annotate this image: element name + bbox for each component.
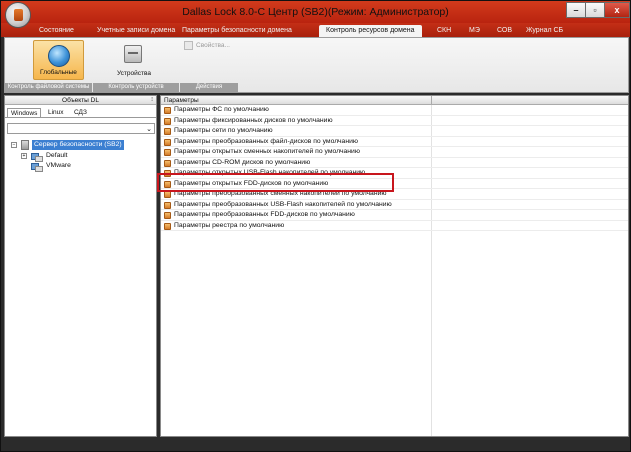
settings-icon xyxy=(164,107,171,114)
tab-domain-resource-control[interactable]: Контроль ресурсов домена xyxy=(319,25,422,37)
ribbon: Глобальные Контроль файловой системы Уст… xyxy=(4,37,629,93)
tab-security-log[interactable]: Журнал СБ xyxy=(526,25,563,37)
list-item[interactable]: Параметры реестра по умолчанию xyxy=(161,221,628,231)
tab-domain-accounts[interactable]: Учетные записи домена xyxy=(97,25,175,37)
tree-node-server-label: Сервер безопасности (SB2) xyxy=(32,140,124,150)
minimize-button[interactable]: – xyxy=(566,2,586,18)
list-item[interactable]: Параметры открытых сменных накопителей п… xyxy=(161,147,628,158)
device-icon xyxy=(124,45,142,63)
network-group-icon xyxy=(31,152,43,162)
devices-button-label: Устройства xyxy=(116,70,151,77)
settings-icon xyxy=(164,191,171,198)
tab-skn[interactable]: СКН xyxy=(437,25,451,37)
settings-icon xyxy=(164,117,171,125)
settings-icon xyxy=(164,222,171,230)
devices-button[interactable]: Устройства xyxy=(110,40,158,80)
list-item[interactable]: Параметры преобразованных USB-Flash нако… xyxy=(161,200,628,210)
ribbon-group-filesystem: Глобальные Контроль файловой системы xyxy=(5,38,92,92)
network-group-icon xyxy=(31,162,43,172)
list-item[interactable]: Параметры преобразованных FDD-дисков по … xyxy=(161,210,628,221)
properties-icon xyxy=(184,41,193,50)
ribbon-group-actions: Свойства... Действия xyxy=(180,38,238,92)
object-filter-combo[interactable]: ⌄ xyxy=(7,123,155,134)
tab-domain-security-params[interactable]: Параметры безопасности домена xyxy=(182,25,292,37)
status-bar xyxy=(1,438,630,451)
global-button[interactable]: Глобальные xyxy=(33,40,84,80)
server-icon xyxy=(21,140,29,150)
tab-me[interactable]: МЭ xyxy=(469,25,480,37)
ribbon-group-devices: Устройства Контроль устройств xyxy=(93,38,179,92)
close-button[interactable]: x xyxy=(604,2,630,18)
objects-panel-header: Объекты DL ⁝ xyxy=(5,96,156,105)
settings-icon xyxy=(164,149,171,156)
tab-sov[interactable]: СОВ xyxy=(497,25,512,37)
properties-button-label: Свойства... xyxy=(196,42,230,49)
ribbon-group-label: Действия xyxy=(180,83,238,92)
objects-panel-title: Объекты DL xyxy=(62,97,99,104)
list-item[interactable]: Параметры фиксированных дисков по умолча… xyxy=(161,116,628,126)
settings-icon xyxy=(164,159,171,167)
highlight-box xyxy=(157,173,394,192)
list-item[interactable]: Параметры CD-ROM дисков по умолчанию xyxy=(161,158,628,168)
window-title: Dallas Lock 8.0-С Центр (SB2)(Режим: Адм… xyxy=(182,6,449,18)
list-item[interactable]: Параметры преобразованных файл-дисков по… xyxy=(161,137,628,147)
list-item[interactable]: Параметры сети по умолчанию xyxy=(161,126,628,137)
tree-node-vmware-label: VMware xyxy=(46,162,71,169)
collapse-icon[interactable]: − xyxy=(11,142,17,148)
pin-icon[interactable]: ⁝ xyxy=(151,96,153,105)
settings-icon xyxy=(164,212,171,219)
expand-icon[interactable]: + xyxy=(21,153,27,159)
properties-button[interactable]: Свойства... xyxy=(182,40,236,52)
tab-state[interactable]: Состояние xyxy=(39,25,74,37)
title-bar: Dallas Lock 8.0-С Центр (SB2)(Режим: Адм… xyxy=(1,1,630,23)
objects-panel: Объекты DL ⁝ Windows Linux СДЗ ⌄ − Серве… xyxy=(4,95,157,437)
chevron-down-icon: ⌄ xyxy=(146,125,152,133)
maximize-button[interactable]: ▫ xyxy=(585,2,605,18)
tree-node-default-label: Default xyxy=(46,152,68,159)
ribbon-group-label: Контроль устройств xyxy=(93,83,179,92)
settings-icon xyxy=(164,128,171,135)
parameters-panel: Параметры Параметры ФС по умолчанию Пара… xyxy=(160,95,629,437)
parameters-list: Параметры ФС по умолчанию Параметры фикс… xyxy=(161,105,628,231)
settings-icon xyxy=(164,138,171,146)
list-item[interactable]: Параметры ФС по умолчанию xyxy=(161,105,628,116)
app-window: Dallas Lock 8.0-С Центр (SB2)(Режим: Адм… xyxy=(0,0,631,452)
globe-icon xyxy=(48,45,70,67)
menu-tab-bar: Состояние Учетные записи домена Параметр… xyxy=(1,23,630,37)
global-button-label: Глобальные xyxy=(40,69,77,76)
app-logo-icon[interactable] xyxy=(5,2,31,28)
ribbon-group-label: Контроль файловой системы xyxy=(5,83,92,92)
parameters-column-header[interactable]: Параметры xyxy=(161,96,628,105)
settings-icon xyxy=(164,201,171,209)
